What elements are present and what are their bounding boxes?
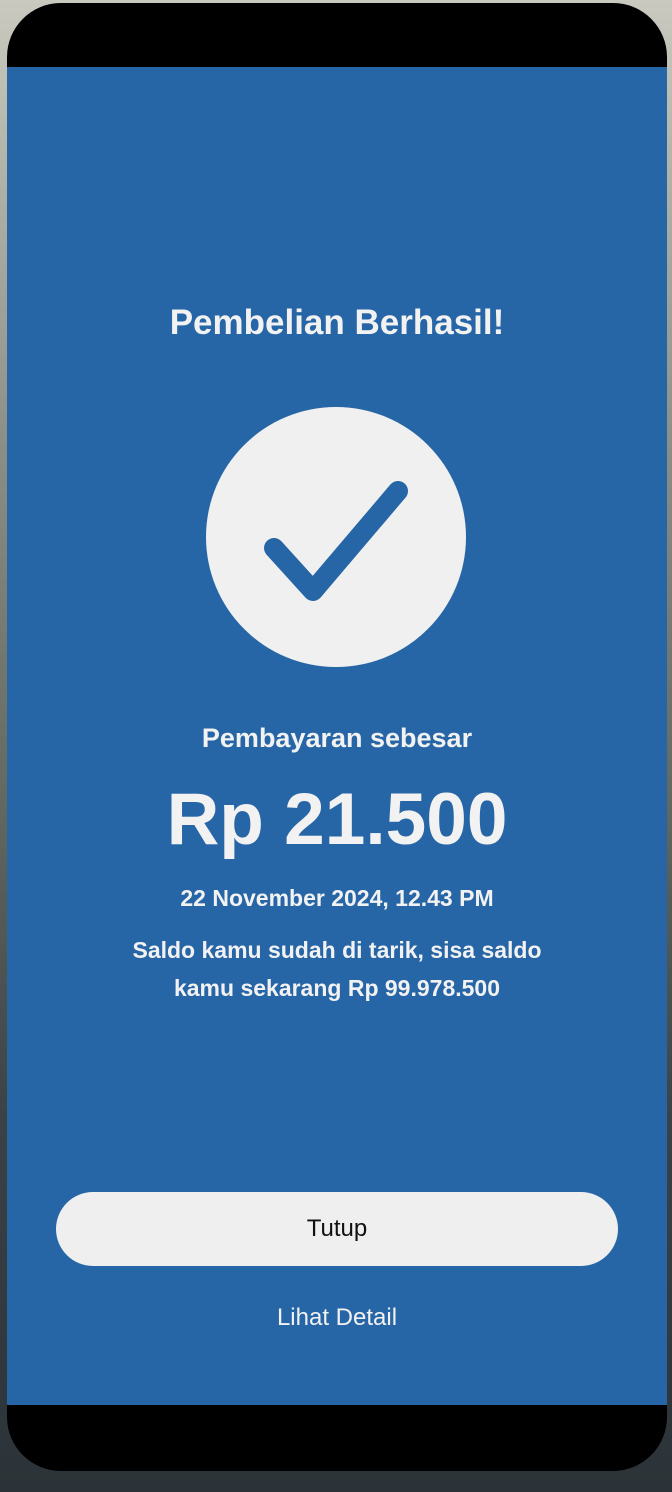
success-badge [206,407,466,667]
phone-frame: Pembelian Berhasil! Pembayaran sebesar R… [7,3,667,1471]
checkmark-icon [264,481,408,601]
payment-amount: Rp 21.500 [166,779,508,860]
close-button[interactable]: Tutup [56,1192,618,1266]
remaining-balance-note: Saldo kamu sudah di tarik, sisa saldo ka… [132,937,542,1001]
transaction-datetime: 22 November 2024, 12.43 PM [180,885,494,911]
view-detail-link[interactable]: Lihat Detail [7,1303,667,1333]
purchase-success-screen: Pembelian Berhasil! Pembayaran sebesar R… [7,67,667,1405]
page-title: Pembelian Berhasil! [169,303,505,342]
payment-label: Pembayaran sebesar [201,723,473,753]
